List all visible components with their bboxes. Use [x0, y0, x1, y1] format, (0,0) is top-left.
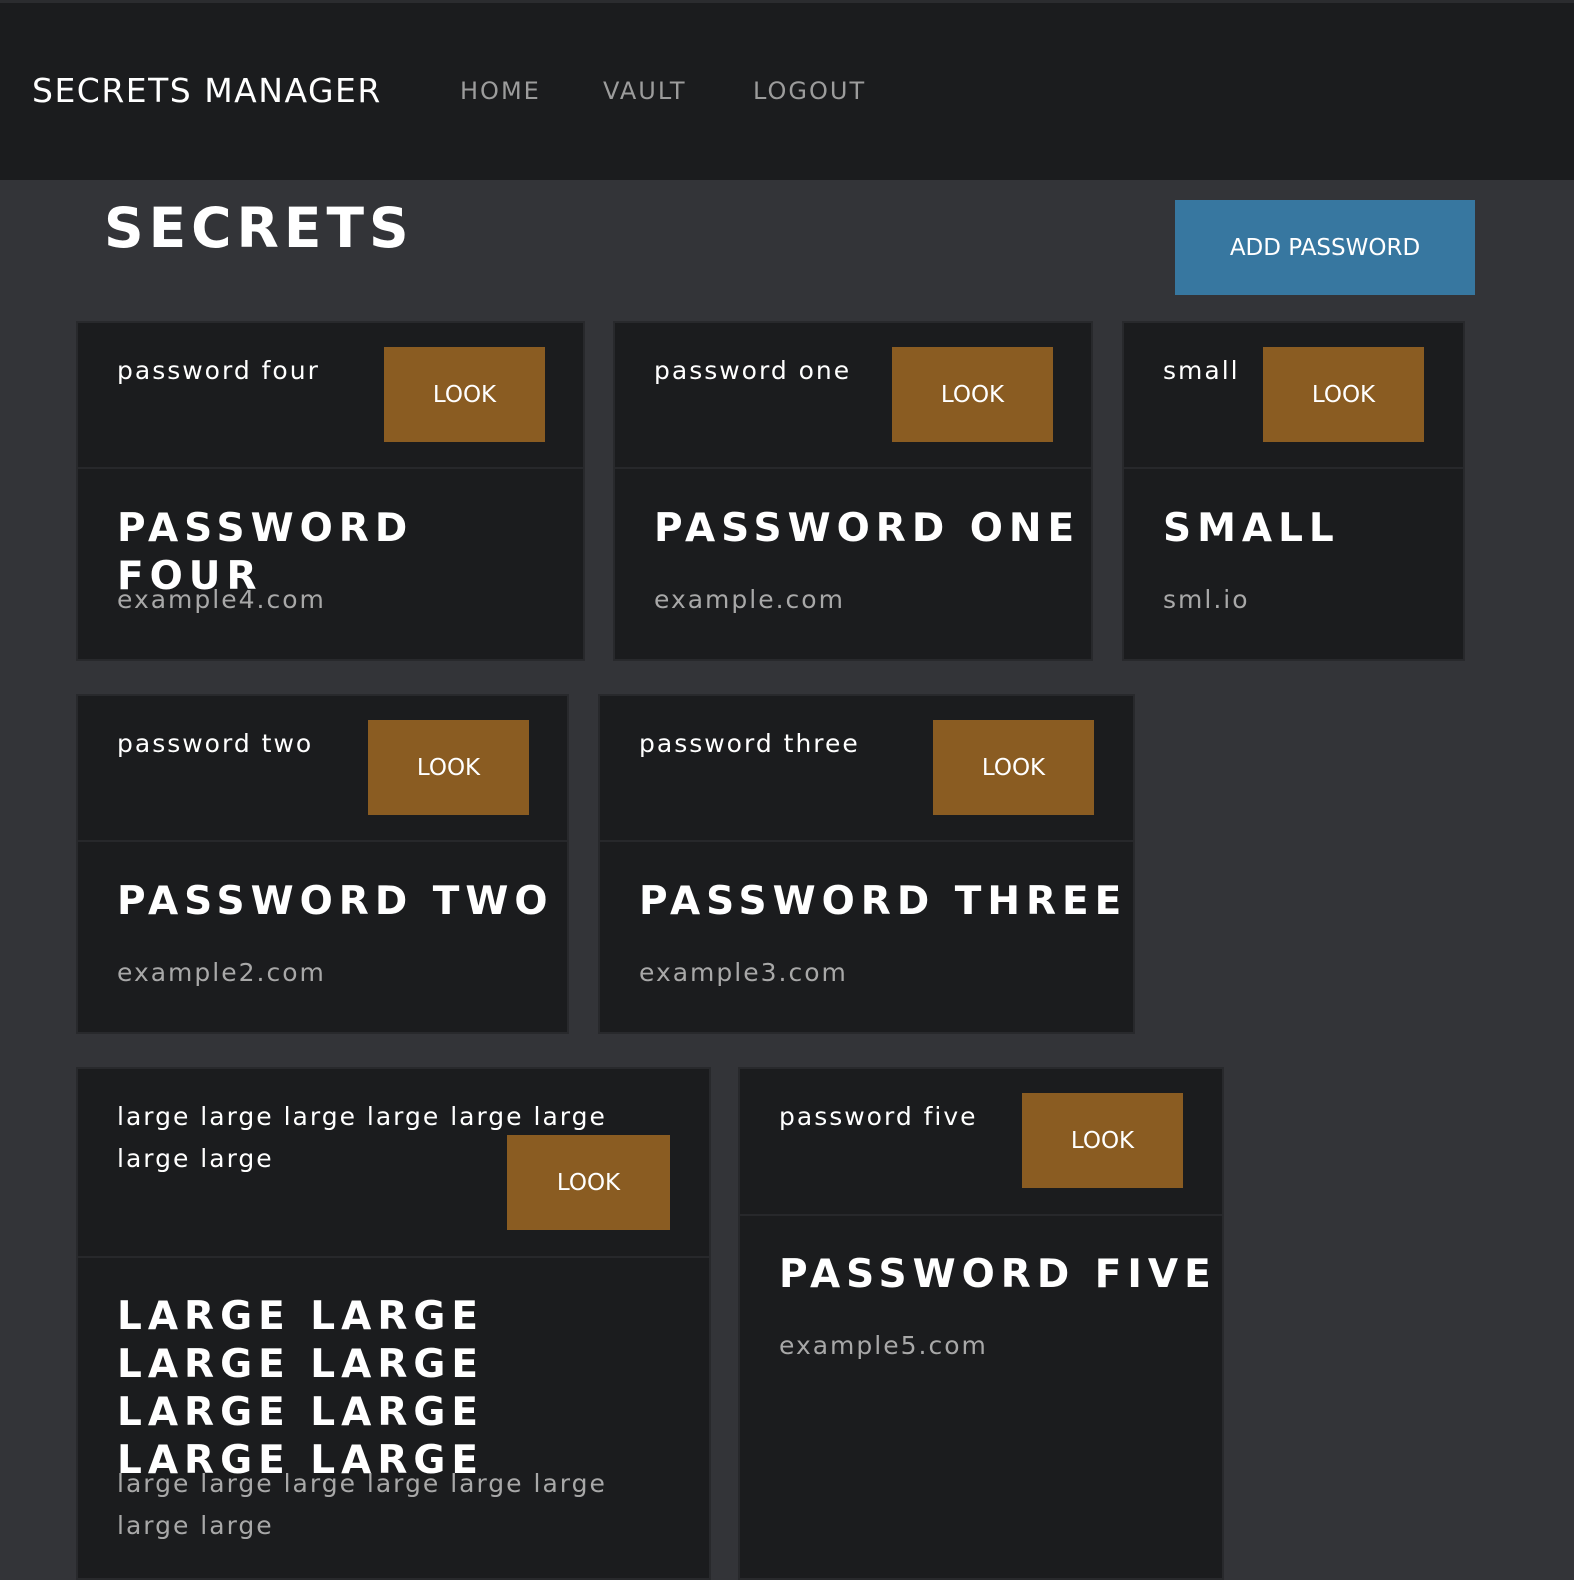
card-url: example3.com [639, 958, 848, 987]
card-header: password two LOOK [78, 696, 567, 842]
card-title: PASSWORD TWO [117, 879, 554, 924]
secret-card-small: small LOOK SMALL sml.io [1122, 321, 1465, 661]
card-url: example2.com [117, 958, 326, 987]
look-button[interactable]: LOOK [933, 720, 1094, 815]
secret-card-password-one: password one LOOK PASSWORD ONE example.c… [613, 321, 1093, 661]
card-title: LARGE LARGE LARGE LARGE LARGE LARGE LARG… [117, 1294, 485, 1483]
secret-card-large: large large large large large large larg… [76, 1067, 711, 1580]
card-name: password five [779, 1102, 978, 1131]
secret-card-password-four: password four LOOK PASSWORD FOUR example… [76, 321, 585, 661]
card-name: password one [654, 356, 852, 385]
secret-card-password-two: password two LOOK PASSWORD TWO example2.… [76, 694, 569, 1034]
card-name: password four [117, 356, 320, 385]
card-url: example5.com [779, 1331, 988, 1360]
navbar: SECRETS MANAGER HOME VAULT LOGOUT [0, 0, 1574, 180]
card-name: password two [117, 729, 314, 758]
card-title: PASSWORD ONE [654, 506, 1081, 551]
card-header: large large large large large large larg… [78, 1069, 709, 1258]
look-button[interactable]: LOOK [384, 347, 545, 442]
nav-link-logout[interactable]: LOGOUT [753, 77, 866, 105]
nav-link-home[interactable]: HOME [460, 77, 541, 105]
card-url: sml.io [1163, 585, 1250, 614]
look-button[interactable]: LOOK [368, 720, 529, 815]
card-title: SMALL [1163, 506, 1340, 551]
card-title: PASSWORD FIVE [779, 1252, 1217, 1297]
look-button[interactable]: LOOK [892, 347, 1053, 442]
card-header: small LOOK [1124, 323, 1463, 469]
nav-link-vault[interactable]: VAULT [603, 77, 687, 105]
look-button[interactable]: LOOK [1022, 1093, 1183, 1188]
card-header: password four LOOK [78, 323, 583, 469]
secret-card-password-five: password five LOOK PASSWORD FIVE example… [738, 1067, 1224, 1580]
card-title: PASSWORD THREE [639, 879, 1128, 924]
add-password-button[interactable]: ADD PASSWORD [1175, 200, 1475, 295]
card-header: password three LOOK [600, 696, 1133, 842]
brand-title[interactable]: SECRETS MANAGER [32, 71, 382, 110]
look-button[interactable]: LOOK [1263, 347, 1424, 442]
page-title: SECRETS [104, 196, 414, 260]
card-name: password three [639, 729, 860, 758]
card-url: example.com [654, 585, 845, 614]
look-button[interactable]: LOOK [507, 1135, 670, 1230]
card-header: password five LOOK [740, 1069, 1222, 1216]
card-url: large large large large large large larg… [117, 1469, 607, 1540]
secret-card-password-three: password three LOOK PASSWORD THREE examp… [598, 694, 1135, 1034]
card-header: password one LOOK [615, 323, 1091, 469]
card-url: example4.com [117, 585, 326, 614]
card-name: small [1163, 356, 1240, 385]
